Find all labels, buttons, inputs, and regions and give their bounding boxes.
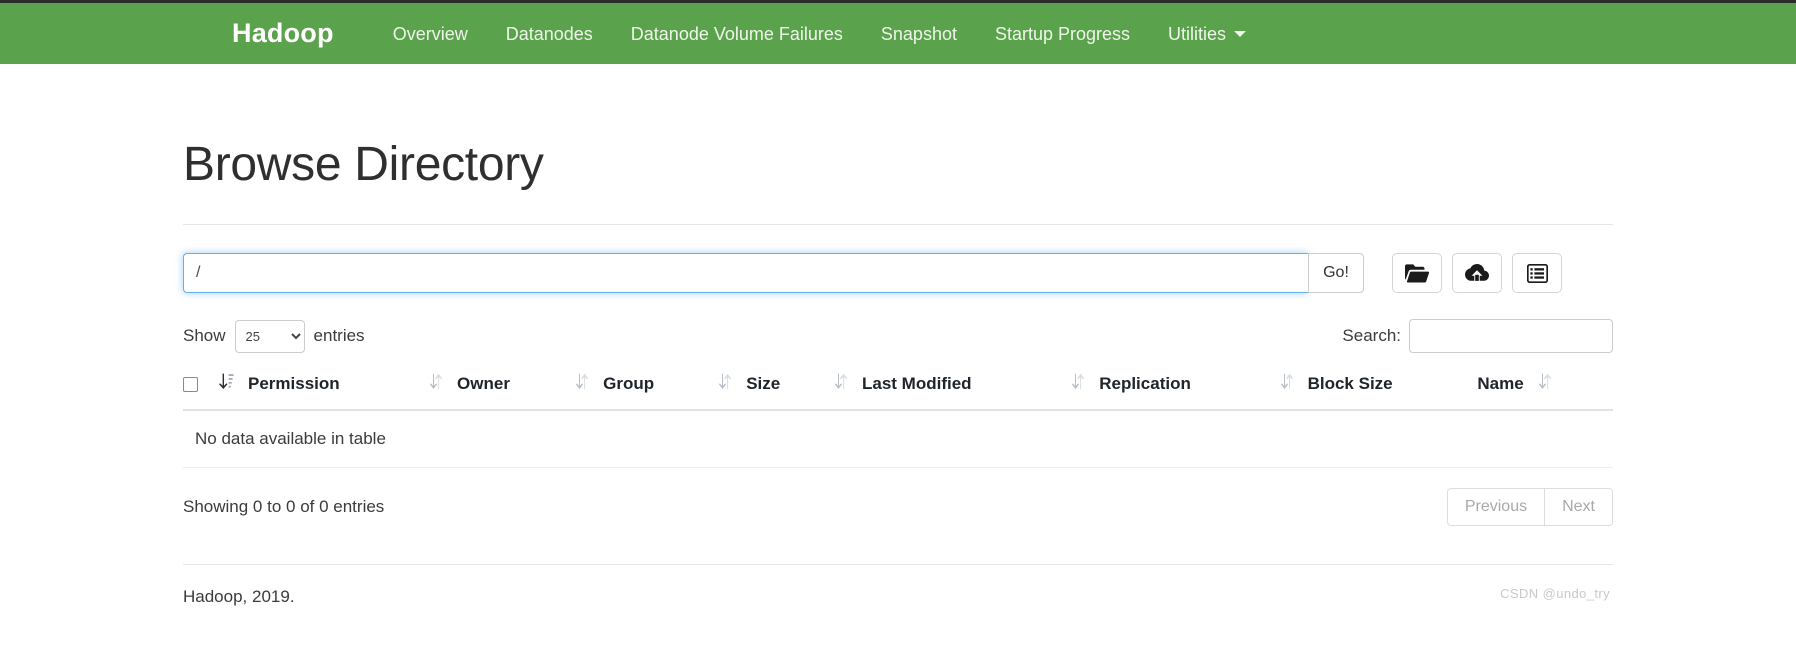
select-all-header[interactable] [183,369,219,411]
path-input-group: Go! [183,253,1364,293]
search-control: Search: [1342,319,1613,353]
nav-dropdown-utilities-label: Utilities [1168,23,1227,44]
folder-open-icon [1405,263,1429,283]
cloud-upload-icon [1465,263,1489,283]
column-header-owner-label: Owner [457,374,510,393]
column-header-replication-label: Replication [1099,374,1191,393]
main-navbar: Hadoop Overview Datanodes Datanode Volum… [0,0,1796,64]
sort-updown-icon [1538,373,1552,395]
sort-updown-icon [575,373,589,395]
previous-page-button[interactable]: Previous [1446,488,1545,526]
search-label: Search: [1342,326,1401,345]
nav-link-startup-progress[interactable]: Startup Progress [976,2,1149,66]
search-input[interactable] [1409,319,1613,353]
column-header-last-modified[interactable]: Last Modified [834,369,1072,411]
column-header-name[interactable]: Name [1477,369,1613,411]
length-control: Show 25 entries [183,319,365,353]
table-body: No data available in table [183,410,1613,468]
column-header-permission[interactable]: Permission [219,369,430,411]
column-header-name-label: Name [1477,374,1524,393]
show-label: Show [183,326,226,345]
directory-path-input[interactable] [183,253,1308,293]
title-divider [183,224,1613,225]
column-header-size-label: Size [746,374,781,393]
column-header-replication[interactable]: Replication [1071,369,1280,411]
site-footer: Hadoop, 2019. [183,587,295,606]
next-page-button[interactable]: Next [1544,488,1613,526]
sort-updown-icon [1280,373,1294,395]
create-directory-button[interactable] [1392,253,1442,293]
table-controls: Show 25 entries Search: [183,319,1613,353]
go-button[interactable]: Go! [1308,253,1364,293]
table-header-row: Permission Owner Group Size Last Modifie… [183,369,1613,411]
column-header-group-label: Group [603,374,655,393]
column-header-block-size-label: Block Size [1307,374,1393,393]
path-action-buttons [1392,253,1562,293]
cut-paste-button[interactable] [1512,253,1562,293]
watermark: CSDN @undo_try [1500,586,1610,601]
list-alt-icon [1526,263,1548,283]
table-info: Showing 0 to 0 of 0 entries [183,497,385,516]
table-footer: Showing 0 to 0 of 0 entries Previous Nex… [183,488,1613,526]
column-header-owner[interactable]: Owner [429,369,576,411]
brand-logo[interactable]: Hadoop [232,18,334,49]
nav-link-overview[interactable]: Overview [374,2,487,66]
sort-updown-icon [718,373,732,395]
directory-table: Permission Owner Group Size Last Modifie… [183,369,1613,468]
page-container: Browse Directory Go! [178,137,1618,607]
entries-length-select[interactable]: 25 [234,319,305,353]
empty-table-message: No data available in table [183,410,1613,468]
column-header-last-modified-label: Last Modified [862,374,972,393]
sort-updown-icon [429,373,443,395]
table-empty-row: No data available in table [183,410,1613,468]
footer-divider [183,564,1613,565]
caret-down-icon [1234,30,1247,37]
pagination: Previous Next [1446,488,1613,526]
sort-updown-icon [1071,373,1085,395]
upload-files-button[interactable] [1452,253,1502,293]
nav-link-snapshot[interactable]: Snapshot [862,2,976,66]
entries-label: entries [313,326,365,345]
nav-links: Overview Datanodes Datanode Volume Failu… [374,2,1265,66]
column-header-permission-label: Permission [248,374,340,393]
nav-dropdown-utilities[interactable]: Utilities [1149,2,1265,66]
page-title: Browse Directory [183,138,544,191]
sort-amount-down-icon [219,373,234,395]
nav-link-datanodes[interactable]: Datanodes [487,2,612,66]
table-head: Permission Owner Group Size Last Modifie… [183,369,1613,411]
select-all-checkbox[interactable] [183,377,198,393]
sort-updown-icon [834,373,848,395]
path-bar-row: Go! [183,253,1618,293]
column-header-size[interactable]: Size [718,369,834,411]
nav-link-datanode-volume-failures[interactable]: Datanode Volume Failures [612,2,862,66]
column-header-group[interactable]: Group [575,369,719,411]
column-header-block-size[interactable]: Block Size [1279,369,1478,411]
